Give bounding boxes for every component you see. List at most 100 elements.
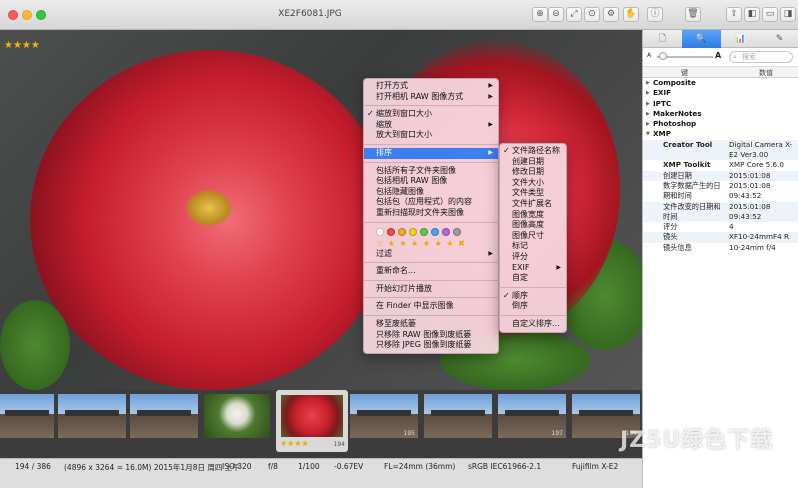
thumbnail[interactable]: [424, 394, 492, 438]
sort-menu-item-5[interactable]: 文件扩展名: [500, 199, 566, 210]
context-menu-item-7[interactable]: 排序 ▶: [364, 147, 498, 159]
context-menu-item-1[interactable]: 打开相机 RAW 图像方式 ▶: [364, 92, 498, 103]
sort-menu-item-15[interactable]: 倒序: [500, 301, 566, 312]
context-menu-item-26[interactable]: 只移除 RAW 图像到废纸篓: [364, 330, 498, 341]
sidebar-bottom-icon[interactable]: ▭: [762, 7, 778, 22]
context-menu-item-12[interactable]: 包括包（应用程式）的内容: [364, 197, 498, 208]
close-window-button[interactable]: [8, 10, 18, 20]
metadata-search-input[interactable]: ⌕ 搜索: [729, 51, 793, 63]
label-color-5[interactable]: [431, 227, 439, 236]
pencil-icon[interactable]: ✎: [760, 30, 798, 48]
zoom-in-icon[interactable]: ⊕: [532, 7, 548, 22]
hand-tool-icon[interactable]: ✋: [623, 7, 639, 22]
thumbnail-selected[interactable]: ★★★★ 194: [276, 390, 348, 452]
sort-menu-item-7[interactable]: 图像高度: [500, 220, 566, 231]
disclosure-closed-icon[interactable]: ▶: [646, 119, 650, 129]
metadata-category-iptc[interactable]: ▶ IPTC: [643, 99, 798, 109]
context-menu-item-4[interactable]: 缩放 ▶: [364, 120, 498, 131]
disclosure-closed-icon[interactable]: ▶: [646, 109, 650, 119]
sort-menu-item-6[interactable]: 图像宽度: [500, 210, 566, 221]
label-color-7[interactable]: [453, 227, 461, 236]
thumbnail[interactable]: [0, 394, 54, 438]
metadata-category-composite[interactable]: ▶ Composite: [643, 78, 798, 88]
sort-menu-item-4[interactable]: 文件类型: [500, 188, 566, 199]
metadata-category-xmp[interactable]: ▼ XMP: [643, 129, 798, 139]
context-menu-item-0[interactable]: 打开方式 ▶: [364, 81, 498, 92]
info-icon[interactable]: ⓘ: [647, 7, 663, 22]
sidebar-right-icon[interactable]: ◨: [780, 7, 796, 22]
chart-icon[interactable]: 📊: [721, 30, 760, 48]
metadata-tree[interactable]: ▶ Composite ▶ EXIF ▶ IPTC ▶ MakerNotes ▶ Photosho…: [643, 78, 798, 253]
fit-screen-icon[interactable]: ⤢: [566, 7, 582, 22]
context-menu[interactable]: 打开方式 ▶ 打开相机 RAW 图像方式 ▶ 缩放到窗口大小 ✓ 缩放 ▶ 放大到窗口大小 排序 ▶…: [363, 78, 499, 354]
metadata-row[interactable]: 创建日期 2015:01:08 09:43:52: [643, 170, 798, 181]
zoom-window-button[interactable]: [36, 10, 46, 20]
thumbnail[interactable]: [130, 394, 198, 438]
metadata-category-exif[interactable]: ▶ EXIF: [643, 88, 798, 98]
metadata-category-makernotes[interactable]: ▶ MakerNotes: [643, 109, 798, 119]
sort-menu-item-9[interactable]: 标记: [500, 241, 566, 252]
sidebar-left-icon[interactable]: ◧: [744, 7, 760, 22]
metadata-row[interactable]: 文件改变的日期和时间 2015:01:08 09:43:52: [643, 201, 798, 223]
thumbnail[interactable]: [204, 394, 270, 438]
search-icon[interactable]: 🔍: [682, 30, 721, 48]
context-menu-item-3[interactable]: 缩放到窗口大小 ✓: [364, 109, 498, 120]
disclosure-closed-icon[interactable]: ▶: [646, 78, 650, 88]
sort-menu-item-1[interactable]: 创建日期: [500, 157, 566, 168]
metadata-row[interactable]: 评分 4: [643, 222, 798, 232]
metadata-row[interactable]: Creator Tool Digital Camera X-E2 Ver3.00: [643, 139, 798, 161]
context-menu-item-27[interactable]: 只移除 JPEG 图像到废纸篓: [364, 340, 498, 351]
sort-submenu[interactable]: 文件路径名称 ✓ 创建日期 修改日期 文件大小 文件类型 文件扩展名 图像宽度 图像高度 图像尺寸…: [499, 143, 567, 333]
context-menu-item-17[interactable]: 过滤 ▶: [364, 249, 498, 260]
rating-stars-row[interactable]: ☆ ★ ★ ★ ★ ★ ★ ✖: [364, 238, 498, 249]
settings-gear-icon[interactable]: ⚙: [603, 7, 619, 22]
thumbnail-strip[interactable]: ★★★★ 194 195 197 198: [0, 390, 642, 458]
context-menu-item-11[interactable]: 包括隐藏图像: [364, 187, 498, 198]
label-color-3[interactable]: [409, 227, 417, 236]
image-viewer[interactable]: ★★★★ 打开方式 ▶ 打开相机 RAW 图像方式 ▶ 缩放到窗口大小 ✓ 缩放 ▶ 放大到窗口…: [0, 30, 642, 390]
actual-size-icon[interactable]: ⊙: [584, 7, 600, 22]
metadata-row[interactable]: 镜头 XF10-24mmF4 R OIS: [643, 232, 798, 243]
sort-menu-item-3[interactable]: 文件大小: [500, 178, 566, 189]
zoom-out-icon[interactable]: ⊖: [548, 7, 564, 22]
disclosure-closed-icon[interactable]: ▶: [646, 88, 650, 98]
file-icon[interactable]: 🗋: [643, 30, 682, 48]
context-menu-item-21[interactable]: 开始幻灯片播放: [364, 284, 498, 295]
metadata-row[interactable]: 镜头信息 10-24mm f/4: [643, 243, 798, 253]
column-key[interactable]: 键: [681, 68, 688, 78]
disclosure-open-icon[interactable]: ▼: [646, 129, 650, 139]
trash-icon[interactable]: 🗑: [685, 7, 701, 22]
sort-menu-item-17[interactable]: 自定义排序...: [500, 319, 566, 330]
label-color-2[interactable]: [398, 227, 406, 236]
thumbnail-roof: [356, 409, 412, 416]
metadata-row[interactable]: 数字数据产生的日期和时间 2015:01:08 09:43:52: [643, 181, 798, 202]
context-menu-item-5[interactable]: 放大到窗口大小: [364, 130, 498, 141]
disclosure-closed-icon[interactable]: ▶: [646, 99, 650, 109]
context-menu-item-9[interactable]: 包括所有子文件夹图像: [364, 166, 498, 177]
context-menu-item-13[interactable]: 重新扫描现时文件夹图像: [364, 208, 498, 219]
thumbnail[interactable]: 195: [350, 394, 418, 438]
context-menu-item-23[interactable]: 在 Finder 中显示图像: [364, 301, 498, 312]
sort-menu-item-11[interactable]: EXIF ▶: [500, 263, 566, 274]
thumbnail[interactable]: [58, 394, 126, 438]
metadata-category-photoshop[interactable]: ▶ Photoshop: [643, 119, 798, 129]
sort-menu-item-14[interactable]: 顺序 ✓: [500, 291, 566, 302]
sort-menu-item-0[interactable]: 文件路径名称 ✓: [500, 146, 566, 157]
metadata-row[interactable]: XMP Toolkit XMP Core 5.6.0: [643, 160, 798, 170]
sort-menu-item-10[interactable]: 评分: [500, 252, 566, 263]
sort-menu-item-12[interactable]: 自定: [500, 273, 566, 284]
label-color-0[interactable]: [376, 227, 384, 236]
label-color-1[interactable]: [387, 227, 395, 236]
label-color-4[interactable]: [420, 227, 428, 236]
size-slider-knob[interactable]: [659, 52, 667, 60]
sort-menu-item-8[interactable]: 图像尺寸: [500, 231, 566, 242]
thumbnail[interactable]: 197: [498, 394, 566, 438]
label-color-6[interactable]: [442, 227, 450, 236]
context-menu-item-25[interactable]: 移至废纸篓: [364, 319, 498, 330]
sort-menu-item-2[interactable]: 修改日期: [500, 167, 566, 178]
minimize-window-button[interactable]: [22, 10, 32, 20]
share-icon[interactable]: ⇪: [726, 7, 742, 22]
context-menu-item-10[interactable]: 包括相机 RAW 图像: [364, 176, 498, 187]
column-value[interactable]: 数值: [759, 68, 773, 78]
context-menu-item-19[interactable]: 重新命名...: [364, 266, 498, 277]
